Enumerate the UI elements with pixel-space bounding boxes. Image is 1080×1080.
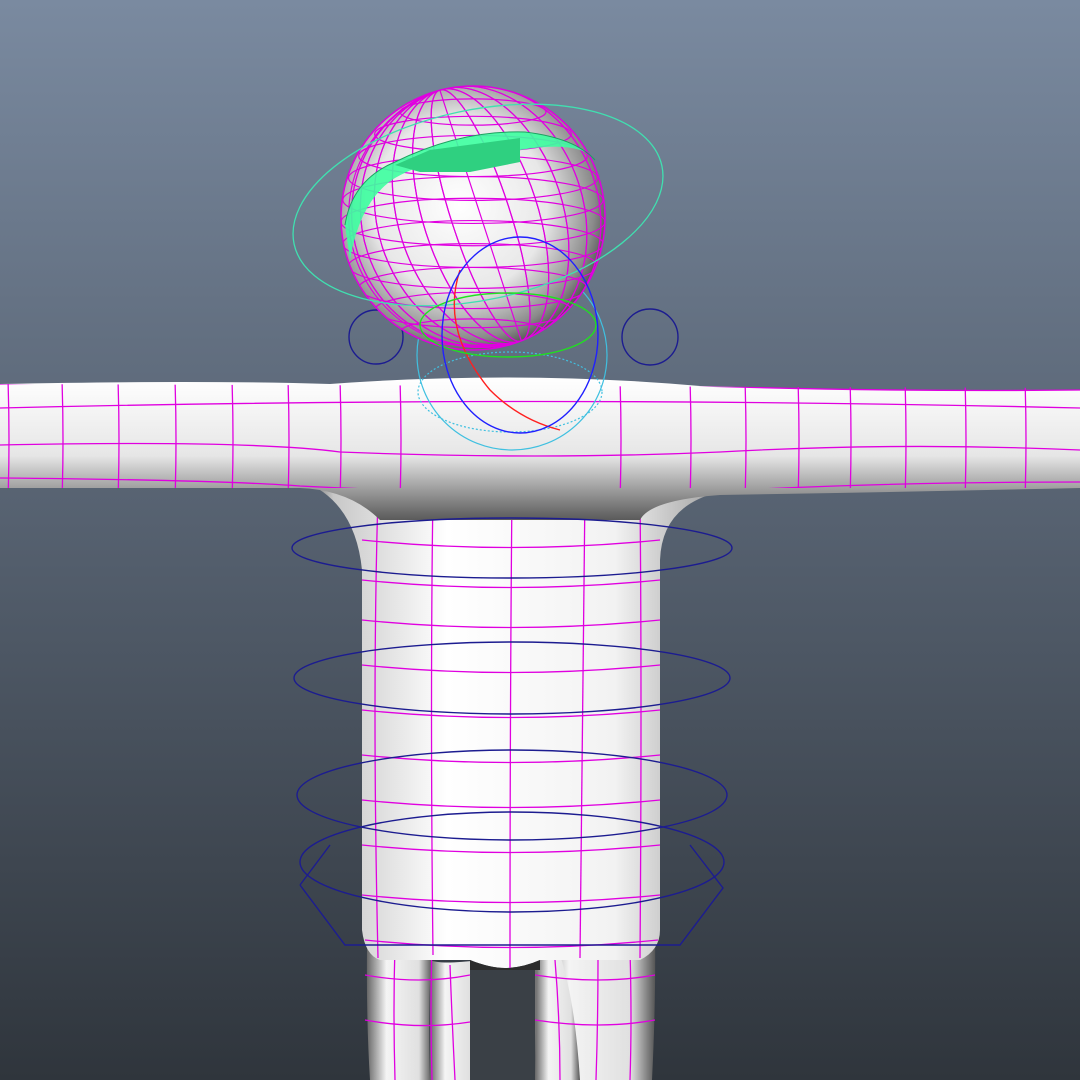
character-torso[interactable] — [300, 480, 720, 970]
maya-viewport[interactable] — [0, 0, 1080, 1080]
viewport-canvas[interactable] — [0, 0, 1080, 1080]
